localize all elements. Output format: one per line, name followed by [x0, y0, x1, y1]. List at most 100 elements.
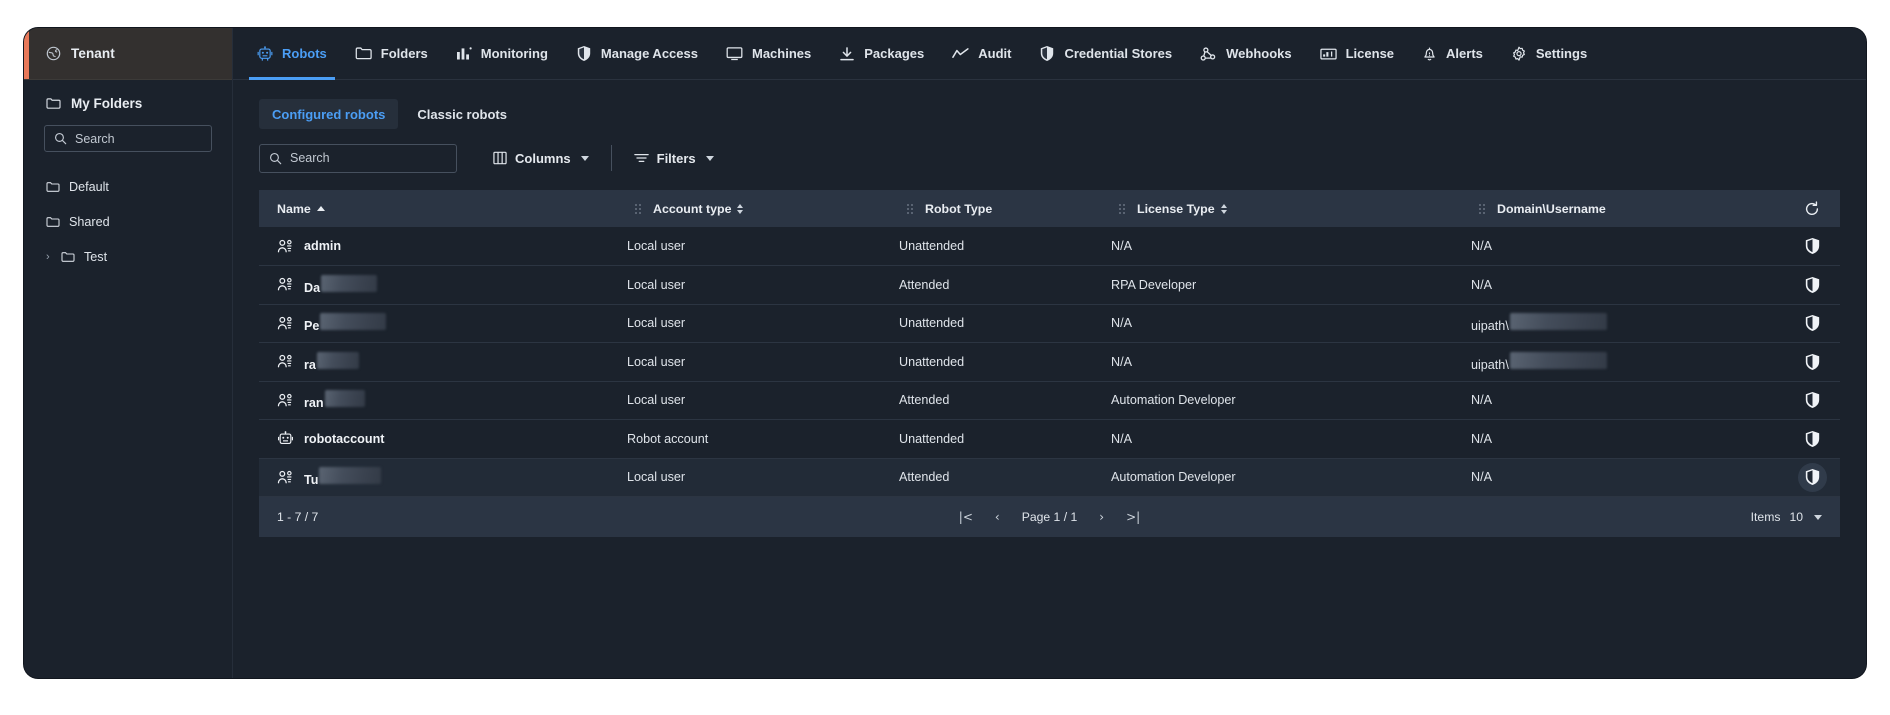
sidebar-folder-default[interactable]: Default: [24, 174, 232, 200]
column-header-account-type[interactable]: Account type: [627, 190, 899, 227]
table-row[interactable]: admin Local user Unattended N/A N/A: [259, 227, 1840, 266]
domain-value-wrap: N/A: [1471, 470, 1784, 484]
nav-tab-license[interactable]: License: [1306, 28, 1408, 79]
cell-domain-username: N/A: [1471, 381, 1784, 420]
nav-tab-monitoring[interactable]: Monitoring: [442, 28, 562, 79]
cell-license-type: N/A: [1111, 354, 1132, 369]
redacted-text: [319, 467, 382, 485]
items-per-page-selector[interactable]: Items 10: [1751, 510, 1822, 524]
name-value-wrap: robotaccount: [304, 432, 384, 446]
chevron-down-icon: [705, 155, 714, 161]
row-name: robotaccount: [304, 431, 385, 446]
table-row[interactable]: Da Local user Attended RPA Developer N/A: [259, 266, 1840, 305]
shield-icon[interactable]: [1804, 314, 1821, 332]
last-page-button[interactable]: >|: [1126, 510, 1140, 524]
search-input[interactable]: Search: [259, 143, 457, 173]
column-header-license-type[interactable]: License Type: [1111, 190, 1471, 227]
column-header-name[interactable]: Name: [259, 190, 627, 227]
cell-account-type: Local user: [627, 393, 686, 408]
cell-name: Da: [259, 266, 627, 305]
folder-icon: [46, 97, 61, 110]
nav-tab-packages[interactable]: Packages: [825, 28, 938, 79]
app-window: Tenant My Folders Search Default Shared …: [24, 28, 1866, 678]
tab-configured-robots[interactable]: Configured robots: [259, 99, 399, 129]
sidebar-folder-shared[interactable]: Shared: [24, 209, 232, 235]
folder-icon: [46, 216, 60, 228]
nav-tab-settings[interactable]: Settings: [1497, 28, 1601, 79]
drag-handle-icon[interactable]: [907, 203, 913, 214]
filter-icon: [633, 152, 649, 164]
sort-toggle-icon[interactable]: [737, 203, 744, 214]
cell-robot-type: Attended: [899, 470, 950, 485]
folder-icon: [46, 181, 60, 193]
next-page-button[interactable]: ›: [1099, 510, 1104, 524]
column-header-domain-username[interactable]: Domain\Username: [1471, 190, 1784, 227]
cell-domain-username: N/A: [1471, 420, 1784, 459]
cell-robot-type: Unattended: [899, 431, 965, 446]
sort-ascending-icon[interactable]: [316, 206, 325, 211]
shield-icon[interactable]: [1804, 276, 1821, 294]
nav-tab-folders[interactable]: Folders: [341, 28, 442, 79]
shield-icon[interactable]: [1804, 391, 1821, 409]
columns-label: Columns: [515, 150, 571, 166]
shield-icon[interactable]: [1804, 430, 1821, 448]
nav-tab-alerts[interactable]: Alerts: [1408, 28, 1497, 79]
shield-icon[interactable]: [1797, 462, 1827, 492]
search-placeholder: Search: [290, 151, 330, 165]
previous-page-button[interactable]: ‹: [995, 510, 1000, 524]
tab-classic-robots[interactable]: Classic robots: [404, 99, 520, 129]
row-name: Pe: [304, 319, 320, 334]
tenant-header[interactable]: Tenant: [24, 28, 232, 80]
chevron-down-icon[interactable]: [1814, 514, 1822, 520]
users-icon: [277, 277, 294, 292]
nav-tab-label: License: [1345, 46, 1395, 61]
nav-tab-label: Alerts: [1446, 46, 1483, 61]
cell-domain-username: uipath\: [1471, 304, 1784, 343]
row-name: Tu: [304, 473, 319, 488]
drag-handle-icon[interactable]: [635, 203, 641, 214]
sidebar-folder-test[interactable]: › Test: [24, 244, 232, 270]
cell-actions: [1784, 458, 1840, 497]
nav-tab-robots[interactable]: Robots: [243, 28, 341, 80]
column-header-refresh[interactable]: [1784, 190, 1840, 227]
table-row[interactable]: ran Local user Attended Automation Devel…: [259, 381, 1840, 420]
table-row[interactable]: Pe Local user Unattended N/A uipath\: [259, 304, 1840, 343]
chevron-right-icon[interactable]: ›: [46, 251, 50, 263]
page-indicator: Page 1 / 1: [1021, 510, 1078, 524]
first-page-button[interactable]: |<: [959, 510, 973, 524]
drag-handle-icon[interactable]: [1479, 203, 1485, 214]
globe-icon: [46, 46, 61, 61]
shield-icon[interactable]: [1804, 353, 1821, 371]
sidebar-search-input[interactable]: Search: [44, 125, 212, 152]
pagination: |< ‹ Page 1 / 1 › >|: [259, 510, 1840, 524]
columns-button[interactable]: Columns: [481, 143, 601, 173]
table-row[interactable]: ra Local user Unattended N/A uipath\: [259, 343, 1840, 382]
name-value-wrap: Da: [304, 274, 378, 295]
sort-toggle-icon[interactable]: [1220, 203, 1227, 214]
items-label: Items: [1750, 510, 1781, 524]
nav-tab-webhooks[interactable]: Webhooks: [1186, 28, 1306, 79]
filters-button[interactable]: Filters: [622, 143, 726, 173]
cell-account-type: Local user: [627, 239, 686, 253]
my-folders-row[interactable]: My Folders: [24, 80, 232, 125]
cell-domain-username: uipath\: [1471, 343, 1784, 382]
refresh-button[interactable]: [1784, 200, 1840, 217]
table-row[interactable]: robotaccount Robot account Unattended N/…: [259, 420, 1840, 459]
column-header-robot-type[interactable]: Robot Type: [899, 190, 1111, 227]
cell-domain-username: N/A: [1471, 227, 1784, 266]
cell-license-type: N/A: [1111, 431, 1132, 446]
nav-tab-manage-access[interactable]: Manage Access: [562, 28, 712, 79]
domain-username-text: N/A: [1471, 393, 1492, 408]
nav-tab-machines[interactable]: Machines: [712, 28, 825, 79]
nav-tab-audit[interactable]: Audit: [938, 28, 1025, 79]
trend-line-icon: [952, 47, 969, 60]
table-row[interactable]: Tu Local user Attended Automation Develo…: [259, 458, 1840, 497]
nav-tab-credential-stores[interactable]: Credential Stores: [1025, 28, 1186, 79]
robot-icon: [277, 430, 294, 447]
shield-icon[interactable]: [1804, 237, 1821, 255]
main-panel: Robots Folders Monitoring Manage Access …: [233, 28, 1866, 678]
cell-license-type: N/A: [1111, 239, 1132, 253]
drag-handle-icon[interactable]: [1119, 203, 1125, 214]
cell-robot-type: Attended: [899, 393, 950, 408]
cell-license-type: N/A: [1111, 316, 1132, 331]
